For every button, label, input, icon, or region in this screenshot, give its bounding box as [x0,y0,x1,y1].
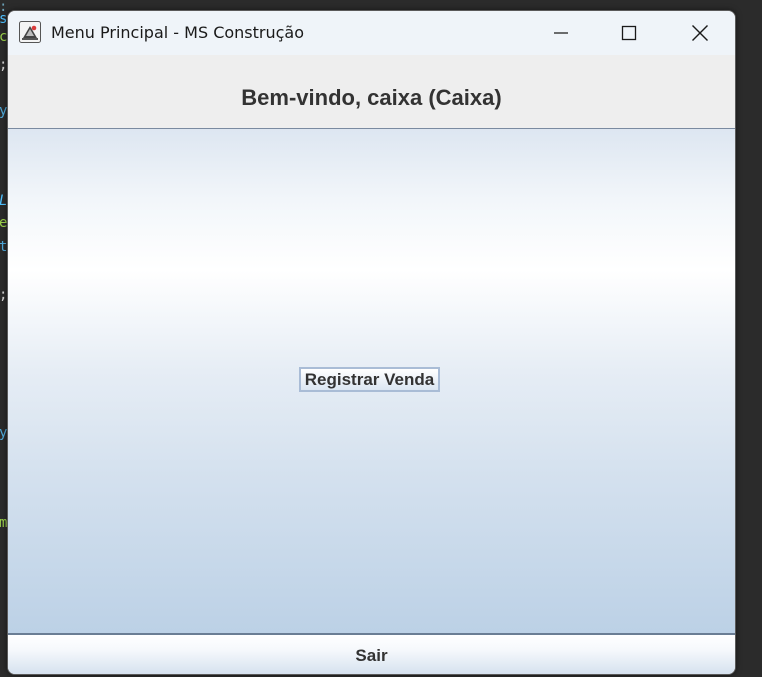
title-bar[interactable]: Menu Principal - MS Construção [8,11,735,55]
minimize-button[interactable] [538,11,584,55]
close-icon [692,25,708,41]
main-content-panel: Registrar Venda [8,129,735,635]
minimize-icon [554,32,568,34]
main-menu-window: Menu Principal - MS Construção Bem-vindo… [7,10,736,675]
window-title: Menu Principal - MS Construção [51,23,305,42]
maximize-button[interactable] [606,11,652,55]
maximize-icon [621,25,637,41]
register-sale-button[interactable]: Registrar Venda [299,367,440,392]
java-cup-icon [19,21,41,43]
close-button[interactable] [677,11,723,55]
header-panel: Bem-vindo, caixa (Caixa) [8,55,735,129]
welcome-heading: Bem-vindo, caixa (Caixa) [241,85,502,110]
exit-button[interactable]: Sair [8,635,735,674]
